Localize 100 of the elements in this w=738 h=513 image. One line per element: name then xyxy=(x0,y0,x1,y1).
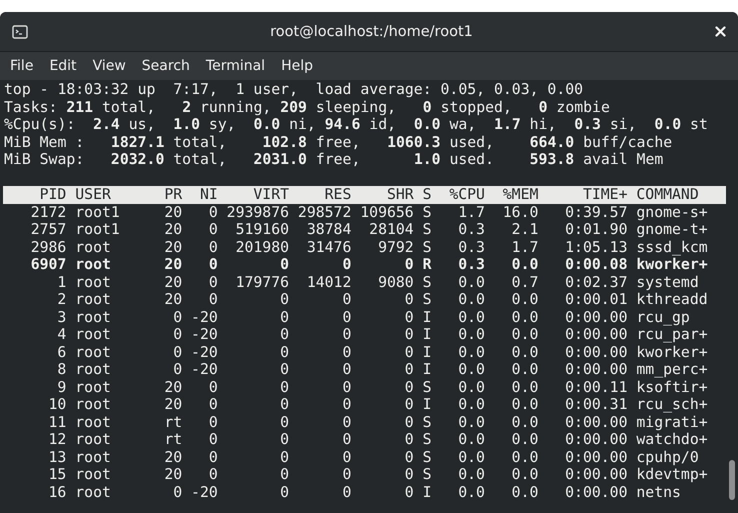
table-cell-text: 0:39.57 xyxy=(564,204,628,221)
table-cell-text: migrati+ xyxy=(635,414,708,431)
table-cell-text: 0:00.01 xyxy=(564,291,628,308)
table-cell-text: 9080 xyxy=(377,274,414,291)
table-cell-text: rt xyxy=(163,414,182,431)
table-cell-text: 0 xyxy=(404,344,414,361)
table-cell-text: I xyxy=(422,396,432,414)
table-cell-text: gnome-t+ xyxy=(635,221,708,238)
table-cell-text: 20 xyxy=(163,448,182,466)
table-cell-text: 8 xyxy=(56,361,66,378)
column-header: VIRT xyxy=(252,186,290,204)
table-cell-text: 0 xyxy=(208,204,218,221)
table-cell-text: root xyxy=(74,344,112,361)
table-cell-text: 0 xyxy=(208,378,218,396)
table-cell-text: 0 xyxy=(341,414,352,431)
table-cell-text: 12 xyxy=(48,431,66,448)
table-cell-text: 1:05.13 xyxy=(564,238,628,256)
table-cell-text: rcu_gp xyxy=(635,308,691,326)
table-cell-text: 0.0 xyxy=(510,291,538,308)
table-cell-text: root xyxy=(74,414,112,431)
column-header: %MEM xyxy=(502,186,538,204)
table-cell-text: S xyxy=(422,448,432,466)
table-cell-text: S xyxy=(422,378,432,396)
column-header: TIME+ xyxy=(582,186,628,204)
table-cell-text: 0 xyxy=(341,466,352,484)
table-cell-text: 0.0 xyxy=(457,484,485,501)
column-header: RES xyxy=(324,186,352,204)
table-cell-text: 0.0 xyxy=(457,361,485,378)
table-cell-text: 0.0 xyxy=(510,326,538,344)
table-cell-text: 0:00.00 xyxy=(564,431,628,448)
table-cell-text: systemd xyxy=(635,274,700,291)
table-cell-text: -20 xyxy=(190,308,218,326)
table-cell-text: 0.0 xyxy=(457,396,485,414)
table-cell-text: 0 xyxy=(404,256,414,274)
table-cell-text: 2 xyxy=(56,291,66,308)
table-cell-text: 9 xyxy=(56,378,66,396)
table-cell-text: root xyxy=(74,274,112,291)
scrollbar-thumb[interactable] xyxy=(729,460,735,500)
table-cell-text: 0:00.00 xyxy=(564,326,628,344)
column-header: %CPU xyxy=(448,186,485,204)
table-cell-text: mm_perc+ xyxy=(635,361,708,378)
table-cell-text: kworker+ xyxy=(635,256,708,274)
table-cell-text: kworker+ xyxy=(635,344,708,361)
table-cell-text: 0 xyxy=(208,274,218,291)
table-cell-text: 3 xyxy=(56,308,66,326)
menu-item[interactable]: View xyxy=(84,56,134,76)
table-cell-text: 20 xyxy=(163,274,182,291)
table-cell-text: 0 xyxy=(279,378,290,396)
column-header: USER xyxy=(74,186,112,204)
column-header: COMMAND xyxy=(635,186,700,204)
menu-item[interactable]: Search xyxy=(134,56,198,76)
table-cell-text: 0:00.00 xyxy=(564,466,628,484)
table-cell-text: 16 xyxy=(48,484,66,501)
close-icon[interactable] xyxy=(715,26,726,37)
table-cell-text: root1 xyxy=(74,221,121,238)
table-cell-text: rcu_par+ xyxy=(635,326,708,344)
table-cell-text: 0.0 xyxy=(457,308,485,326)
table-cell-text: 0 xyxy=(208,256,218,274)
table-cell-text: S xyxy=(422,238,432,256)
table-cell-text: 0:00.00 xyxy=(564,484,628,501)
table-cell-text: R xyxy=(422,256,432,274)
table-cell-text: 20 xyxy=(163,238,182,256)
table-cell-text: 0.3 xyxy=(457,221,485,238)
menu-item[interactable]: Help xyxy=(273,56,321,76)
table-cell-text: 0 xyxy=(341,256,352,274)
table-cell-text: gnome-s+ xyxy=(635,204,708,221)
table-cell-text: 0 xyxy=(279,256,290,274)
table-cell-text: 20 xyxy=(163,256,182,274)
menu-item[interactable]: Terminal xyxy=(198,56,274,76)
table-cell-text: 38784 xyxy=(306,221,352,238)
table-cell-text: 16.0 xyxy=(502,204,538,221)
table-cell-text: 1.7 xyxy=(510,238,538,256)
terminal-icon[interactable] xyxy=(12,24,28,38)
table-cell-text: 0 xyxy=(404,361,414,378)
table-cell-text: -20 xyxy=(190,326,218,344)
column-header: NI xyxy=(198,186,218,204)
table-cell-text: 0 xyxy=(341,291,352,308)
table-cell-text: I xyxy=(422,484,432,501)
menu-item[interactable]: Edit xyxy=(41,56,85,76)
table-cell-text: 519160 xyxy=(234,221,290,238)
table-cell-text: root1 xyxy=(74,204,121,221)
table-cell-text: kdevtmp+ xyxy=(635,466,708,484)
table-cell-text: netns xyxy=(635,484,682,501)
table-cell-text: root xyxy=(74,484,112,501)
column-header: PID xyxy=(38,186,66,204)
column-header: S xyxy=(422,186,432,204)
table-cell-text: 0:00.00 xyxy=(564,344,628,361)
table-cell-text: 0 xyxy=(208,431,218,448)
table-cell-text: S xyxy=(422,291,432,308)
table-cell-text: 2.1 xyxy=(510,221,538,238)
table-cell-text: 0 xyxy=(208,291,218,308)
menu-item[interactable]: File xyxy=(2,56,42,76)
table-cell-text: 0 xyxy=(279,484,290,501)
summary-line: MiB Mem : 1827.1 total, 102.8 free, 1060.3 used, 664.0 buff/cache xyxy=(4,134,672,151)
table-cell-text: root xyxy=(74,396,112,414)
table-cell-text: 0.0 xyxy=(510,466,538,484)
table-cell-text: 2986 xyxy=(30,238,66,256)
table-cell-text: 0 xyxy=(341,431,352,448)
table-cell-text: I xyxy=(422,361,432,378)
table-cell-text: 0.3 xyxy=(457,238,485,256)
